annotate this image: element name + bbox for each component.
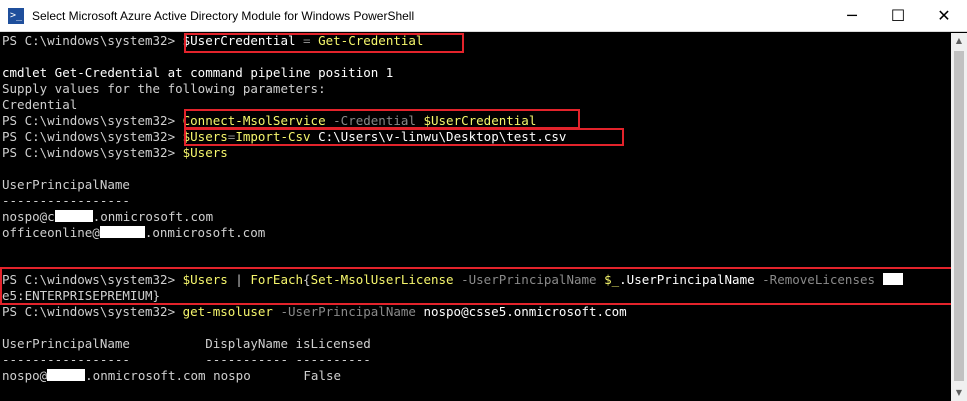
prompt: PS C:\windows\system32> [2,304,183,319]
console-line: PS C:\windows\system32> $Users [2,145,228,160]
redaction-block [882,273,903,285]
console-line: ----------------- ----------- ---------- [2,352,371,367]
console-line: e5:ENTERPRISEPREMIUM} [2,288,161,303]
title-bar: >_ Select Microsoft Azure Active Directo… [0,0,967,32]
redaction-block [54,210,93,222]
console-line: nospo@c .onmicrosoft.com [2,209,214,224]
console-line: PS C:\windows\system32> $Users=Import-Cs… [2,129,567,144]
console-line: UserPrincipalName [2,177,130,192]
console-output[interactable]: PS C:\windows\system32> $UserCredential … [0,33,951,401]
prompt: PS C:\windows\system32> [2,33,183,48]
console-line: UserPrincipalName DisplayName isLicensed [2,336,371,351]
prompt: PS C:\windows\system32> [2,113,183,128]
prompt: PS C:\windows\system32> [2,272,183,287]
console-line: PS C:\windows\system32> get-msoluser -Us… [2,304,627,319]
console-line: PS C:\windows\system32> $Users | ForEach… [2,272,903,288]
console-line: officeonline@ .onmicrosoft.com [2,225,266,240]
scroll-down-icon[interactable]: ▼ [951,385,967,401]
powershell-icon: >_ [8,8,24,24]
console-line: Credential [2,97,78,112]
close-button[interactable]: ✕ [921,0,967,32]
console-line: ----------------- [2,193,130,208]
console-line: cmdlet Get-Credential at command pipelin… [2,65,394,80]
console-line: nospo@ .onmicrosoft.com nospo False [2,368,342,383]
scrollbar-thumb[interactable] [954,51,964,381]
console-line: Supply values for the following paramete… [2,81,326,96]
window-title: Select Microsoft Azure Active Directory … [32,9,415,23]
scroll-up-icon[interactable]: ▲ [951,33,967,49]
prompt: PS C:\windows\system32> [2,145,183,160]
vertical-scrollbar[interactable]: ▲ ▼ [951,33,967,401]
minimize-button[interactable]: ─ [829,0,875,32]
prompt: PS C:\windows\system32> [2,129,183,144]
maximize-button[interactable]: ☐ [875,0,921,32]
console-line: PS C:\windows\system32> $UserCredential … [2,33,424,48]
console-line: PS C:\windows\system32> Connect-MsolServ… [2,113,537,128]
redaction-block [99,226,145,238]
redaction-block [47,369,86,381]
